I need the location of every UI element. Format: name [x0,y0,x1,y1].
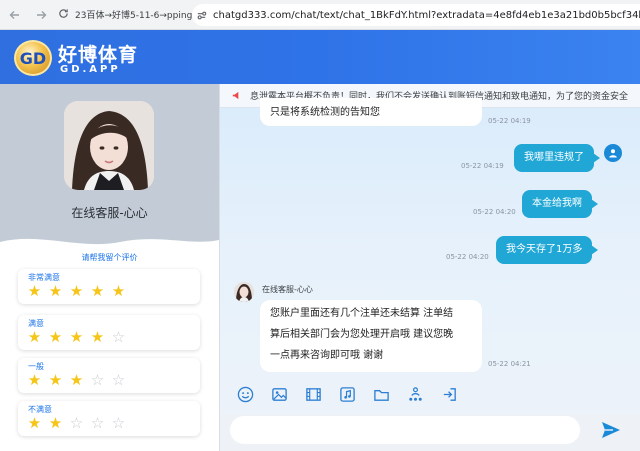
star-filled-icon[interactable]: ★ [26,329,43,346]
message-input[interactable] [230,416,580,444]
forward-arrow-icon[interactable] [30,4,52,26]
url-text: chatgd333.com/chat/text/chat_1BkFdY.html… [213,9,640,21]
message-time: 05-22 04:20 [473,208,516,216]
star-row: ★ ★ ★ ☆ ☆ [26,372,127,389]
message-text: 本金给我啊 [532,198,582,209]
star-filled-icon[interactable]: ★ [47,372,64,389]
agent-message: 您账户里面还有几个注单还未结算 注单结 算后相关部门会为您处理开启哦 建议您晚 … [260,300,482,372]
address-bar[interactable]: chatgd333.com/chat/text/chat_1BkFdY.html… [192,4,640,26]
transfer-agent-icon[interactable] [405,384,425,404]
logo-subtitle: GD.APP [60,64,121,75]
star-empty-icon[interactable]: ☆ [110,415,127,432]
user-message: 我今天存了1万多 [496,236,599,264]
audio-icon[interactable] [337,384,357,404]
user-message: 本金给我啊 [522,190,598,218]
rating-option-very-satisfied[interactable]: 非常满意 ★ ★ ★ ★ ★ [18,269,200,304]
agent-message: 只是将系统检测的告知您 [260,98,482,126]
rating-option-satisfied[interactable]: 满意 ★ ★ ★ ★ ☆ [18,315,200,350]
star-filled-icon[interactable]: ★ [68,372,85,389]
agent-avatar [64,101,154,190]
star-filled-icon[interactable]: ★ [47,415,64,432]
site-info-icon[interactable] [196,8,207,22]
star-row: ★ ★ ☆ ☆ ☆ [26,415,127,432]
reload-icon[interactable] [58,8,69,22]
agent-sidebar: 在线客服-心心 请帮我留个评价 非常满意 ★ ★ ★ ★ ★ 满意 ★ ★ ★ ★ ☆ 一般 ★… [0,84,220,451]
star-empty-icon[interactable]: ☆ [68,415,85,432]
star-empty-icon[interactable]: ☆ [110,372,127,389]
star-filled-icon[interactable]: ★ [26,283,43,300]
browser-tab[interactable]: 23百体→好博5-11-6→pping2 [58,0,198,30]
star-row: ★ ★ ★ ★ ☆ [26,329,127,346]
message-time: 05-22 04:19 [488,117,531,125]
message-line: 您账户里面还有几个注单还未结算 注单结 [270,308,454,319]
agent-avatar-small [234,282,254,302]
send-button[interactable] [600,420,622,440]
back-arrow-icon[interactable] [4,4,26,26]
video-icon[interactable] [303,384,323,404]
image-icon[interactable] [269,384,289,404]
browser-toolbar: 23百体→好博5-11-6→pping2 chatgd333.com/chat/… [0,0,640,30]
star-filled-icon[interactable]: ★ [68,329,85,346]
star-filled-icon[interactable]: ★ [89,283,106,300]
message-line: 算后相关部门会为您处理开启哦 建议您晚 [270,329,454,340]
chat-panel: 息泄露本平台概不负责！同时，我们不会发送确认到账短信通知和致电通知，为了您的资金… [220,84,640,451]
rate-title: 请帮我留个评价 [81,253,138,262]
message-text: 我今天存了1万多 [506,244,583,255]
logo-mark: GD [14,40,52,76]
star-row: ★ ★ ★ ★ ★ [26,283,127,300]
star-filled-icon[interactable]: ★ [89,329,106,346]
star-empty-icon[interactable]: ☆ [89,415,106,432]
star-filled-icon[interactable]: ★ [47,329,64,346]
user-avatar-icon [604,144,622,162]
star-empty-icon[interactable]: ☆ [110,329,127,346]
chat-toolbar [220,381,640,407]
star-empty-icon[interactable]: ☆ [89,372,106,389]
message-text: 我哪里违规了 [524,152,584,163]
star-filled-icon[interactable]: ★ [68,283,85,300]
rating-option-dissatisfied[interactable]: 不满意 ★ ★ ☆ ☆ ☆ [18,401,200,436]
message-time: 05-22 04:19 [461,162,504,170]
agent-name-label: 在线客服-心心 [262,285,313,294]
app-header: GD 好博体育 GD.APP [0,30,640,84]
exit-icon[interactable] [439,384,459,404]
folder-icon[interactable] [371,384,391,404]
message-time: 05-22 04:21 [488,360,531,368]
star-filled-icon[interactable]: ★ [26,372,43,389]
star-filled-icon[interactable]: ★ [26,415,43,432]
message-text: 只是将系统检测的告知您 [270,107,380,118]
message-compose-area [220,414,640,451]
send-icon [602,422,620,438]
profile-panel: 在线客服-心心 [0,84,219,249]
message-time: 05-22 04:20 [446,253,489,261]
megaphone-icon [230,90,242,102]
user-message: 我哪里违规了 [514,144,600,172]
star-filled-icon[interactable]: ★ [47,283,64,300]
emoji-icon[interactable] [235,384,255,404]
logo-title: 好博体育 [58,44,139,66]
star-filled-icon[interactable]: ★ [110,283,127,300]
message-line: 一点再来咨询即可哦 谢谢 [270,350,384,361]
tab-title: 23百体→好博5-11-6→pping2 [75,11,199,21]
agent-name: 在线客服-心心 [71,206,148,220]
brand-logo: GD 好博体育 GD.APP [14,38,144,78]
rating-option-neutral[interactable]: 一般 ★ ★ ★ ☆ ☆ [18,358,200,393]
